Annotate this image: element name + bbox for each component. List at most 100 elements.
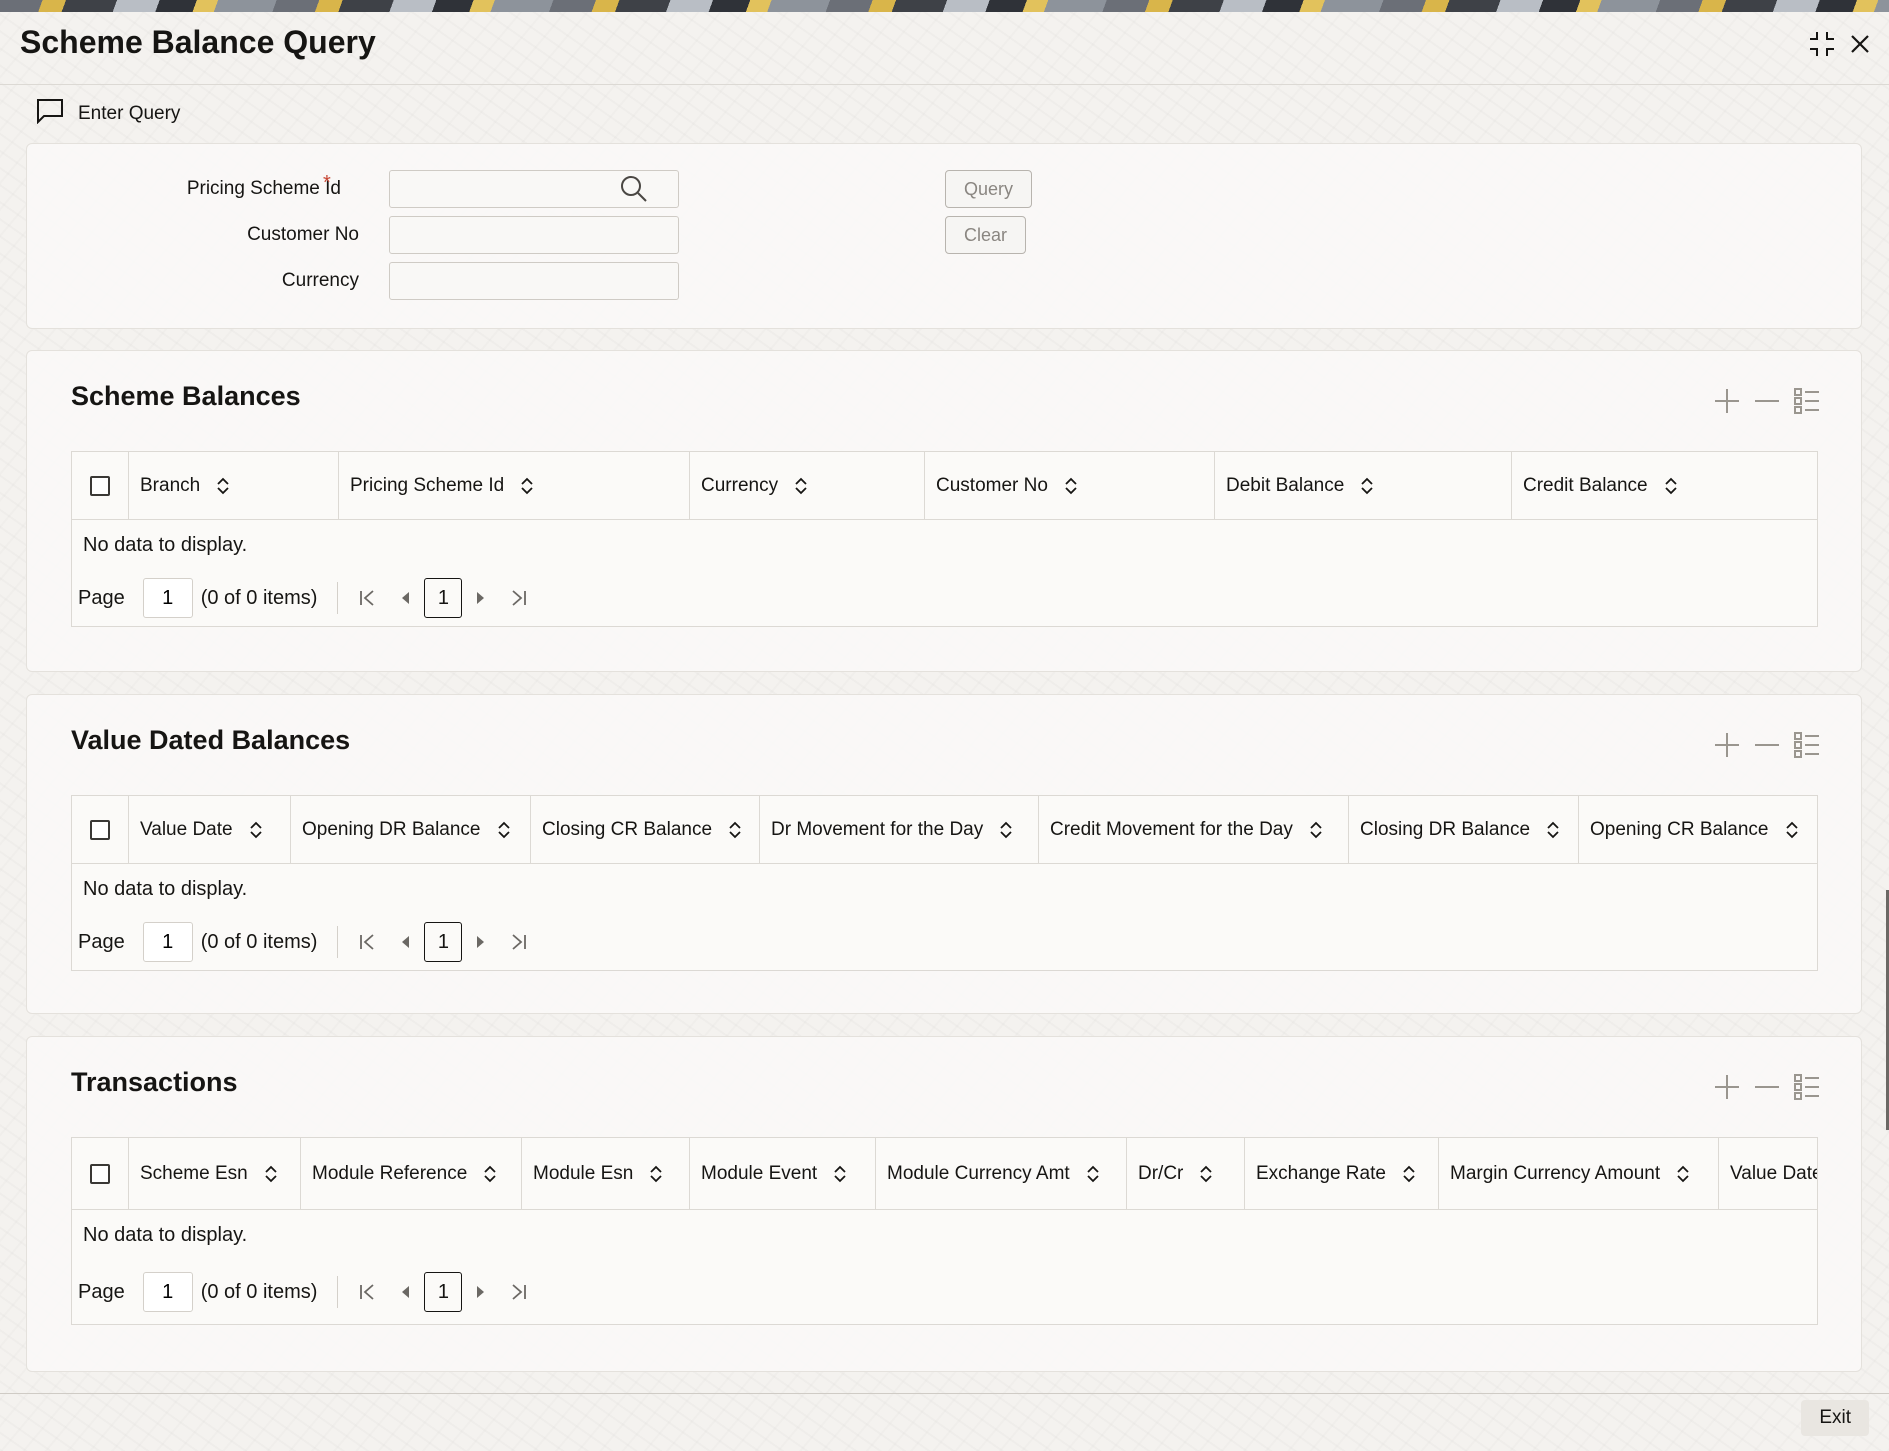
current-page-button[interactable]: 1: [424, 1272, 463, 1312]
list-view-icon[interactable]: [1793, 731, 1821, 759]
footer-divider: [0, 1393, 1889, 1394]
current-page-button[interactable]: 1: [424, 578, 463, 618]
sort-icon: [264, 1165, 278, 1183]
page-label: Page: [78, 930, 125, 953]
page-title: Scheme Balance Query: [20, 24, 376, 60]
current-page-button[interactable]: 1: [424, 922, 463, 962]
transactions-toolbar: [1713, 1073, 1821, 1101]
sort-icon: [1360, 477, 1374, 495]
transactions-title: Transactions: [71, 1067, 238, 1097]
scheme-balances-panel: Scheme Balances Branch Pricing Scheme Id…: [26, 350, 1862, 672]
page-number-input[interactable]: [142, 578, 193, 618]
select-all-checkbox[interactable]: [90, 475, 110, 496]
next-page-icon[interactable]: [462, 922, 500, 962]
pricing-scheme-id-label: Pricing Scheme Id: [186, 178, 341, 199]
column-header-dr-movement[interactable]: Dr Movement for the Day: [760, 796, 1039, 863]
prev-page-icon[interactable]: [386, 922, 424, 962]
pagination: Page (0 of 0 items) 1: [72, 1260, 1817, 1324]
sort-icon: [1086, 1165, 1100, 1183]
next-page-icon[interactable]: [462, 1272, 500, 1312]
last-page-icon[interactable]: [500, 578, 538, 618]
currency-input[interactable]: [389, 262, 679, 300]
sort-icon: [216, 477, 230, 495]
query-button[interactable]: Query: [945, 170, 1033, 208]
sort-icon: [1546, 821, 1560, 839]
column-header-module-esn[interactable]: Module Esn: [522, 1138, 690, 1209]
column-header-currency[interactable]: Currency: [690, 452, 925, 519]
select-all-checkbox[interactable]: [90, 1163, 110, 1184]
select-all-checkbox[interactable]: [90, 819, 110, 840]
header-banner: [0, 0, 1889, 12]
column-header-scheme-esn[interactable]: Scheme Esn: [129, 1138, 301, 1209]
empty-message: No data to display.: [83, 877, 248, 900]
table-header: Value Date Opening DR Balance Closing CR…: [72, 796, 1817, 864]
first-page-icon[interactable]: [348, 1272, 386, 1312]
column-header-dr-cr[interactable]: Dr/Cr: [1127, 1138, 1245, 1209]
list-view-icon[interactable]: [1793, 1073, 1821, 1101]
exit-button[interactable]: Exit: [1801, 1400, 1869, 1436]
first-page-icon[interactable]: [348, 922, 386, 962]
page-label: Page: [78, 586, 125, 609]
sort-icon: [1664, 477, 1678, 495]
column-header-opening-dr-balance[interactable]: Opening DR Balance: [291, 796, 531, 863]
required-indicator: *: [323, 172, 331, 194]
pagination: Page (0 of 0 items) 1: [72, 914, 1817, 970]
sort-icon: [1064, 477, 1078, 495]
column-header-value-date[interactable]: Value Date: [1719, 1138, 1817, 1209]
column-header-debit-balance[interactable]: Debit Balance: [1215, 452, 1512, 519]
pagination: Page (0 of 0 items) 1: [72, 570, 1817, 626]
sort-icon: [249, 821, 263, 839]
plus-icon[interactable]: [1713, 1073, 1741, 1101]
column-header-value-date[interactable]: Value Date: [129, 796, 291, 863]
comment-icon: [36, 98, 64, 130]
collapse-icon[interactable]: [1806, 28, 1838, 60]
first-page-icon[interactable]: [348, 578, 386, 618]
minus-icon[interactable]: [1753, 1073, 1781, 1101]
plus-icon[interactable]: [1713, 731, 1741, 759]
close-icon[interactable]: [1844, 28, 1876, 60]
prev-page-icon[interactable]: [386, 578, 424, 618]
list-view-icon[interactable]: [1793, 387, 1821, 415]
page-number-input[interactable]: [142, 922, 193, 962]
column-header-exchange-rate[interactable]: Exchange Rate: [1245, 1138, 1439, 1209]
clear-button[interactable]: Clear: [945, 216, 1027, 254]
column-header-opening-cr-balance[interactable]: Opening CR Balance: [1579, 796, 1817, 863]
sort-icon: [483, 1165, 497, 1183]
next-page-icon[interactable]: [462, 578, 500, 618]
column-header-margin-currency-amount[interactable]: Margin Currency Amount: [1439, 1138, 1719, 1209]
last-page-icon[interactable]: [500, 922, 538, 962]
column-header-module-reference[interactable]: Module Reference: [301, 1138, 522, 1209]
value-dated-balances-panel: Value Dated Balances Value Date Opening …: [26, 694, 1862, 1014]
column-header-module-currency-amt[interactable]: Module Currency Amt: [876, 1138, 1127, 1209]
minus-icon[interactable]: [1753, 731, 1781, 759]
column-header-customer-no[interactable]: Customer No: [925, 452, 1215, 519]
column-header-module-event[interactable]: Module Event: [690, 1138, 876, 1209]
column-header-closing-dr-balance[interactable]: Closing DR Balance: [1349, 796, 1579, 863]
scheme-balances-title: Scheme Balances: [71, 381, 301, 411]
prev-page-icon[interactable]: [386, 1272, 424, 1312]
column-header-pricing-scheme-id[interactable]: Pricing Scheme Id: [339, 452, 690, 519]
scheme-balances-toolbar: [1713, 387, 1821, 415]
table-header: Branch Pricing Scheme Id Currency Custom…: [72, 452, 1817, 520]
column-header-closing-cr-balance[interactable]: Closing CR Balance: [531, 796, 760, 863]
sort-icon: [649, 1165, 663, 1183]
last-page-icon[interactable]: [500, 1272, 538, 1312]
sort-icon: [1199, 1165, 1213, 1183]
column-header-branch[interactable]: Branch: [129, 452, 339, 519]
sort-icon: [1309, 821, 1323, 839]
minus-icon[interactable]: [1753, 387, 1781, 415]
item-count: (0 of 0 items): [200, 586, 318, 609]
column-header-credit-movement[interactable]: Credit Movement for the Day: [1039, 796, 1349, 863]
sort-icon: [999, 821, 1013, 839]
customer-no-input[interactable]: [389, 216, 679, 254]
sort-icon: [1402, 1165, 1416, 1183]
sort-icon: [833, 1165, 847, 1183]
column-header-credit-balance[interactable]: Credit Balance: [1512, 452, 1817, 519]
search-icon[interactable]: [619, 174, 649, 209]
page-number-input[interactable]: [142, 1272, 193, 1312]
enter-query-button[interactable]: Enter Query: [36, 98, 180, 130]
title-divider: [0, 84, 1889, 85]
sort-icon: [520, 477, 534, 495]
transactions-panel: Transactions Scheme Esn Module Reference…: [26, 1036, 1862, 1372]
plus-icon[interactable]: [1713, 387, 1741, 415]
